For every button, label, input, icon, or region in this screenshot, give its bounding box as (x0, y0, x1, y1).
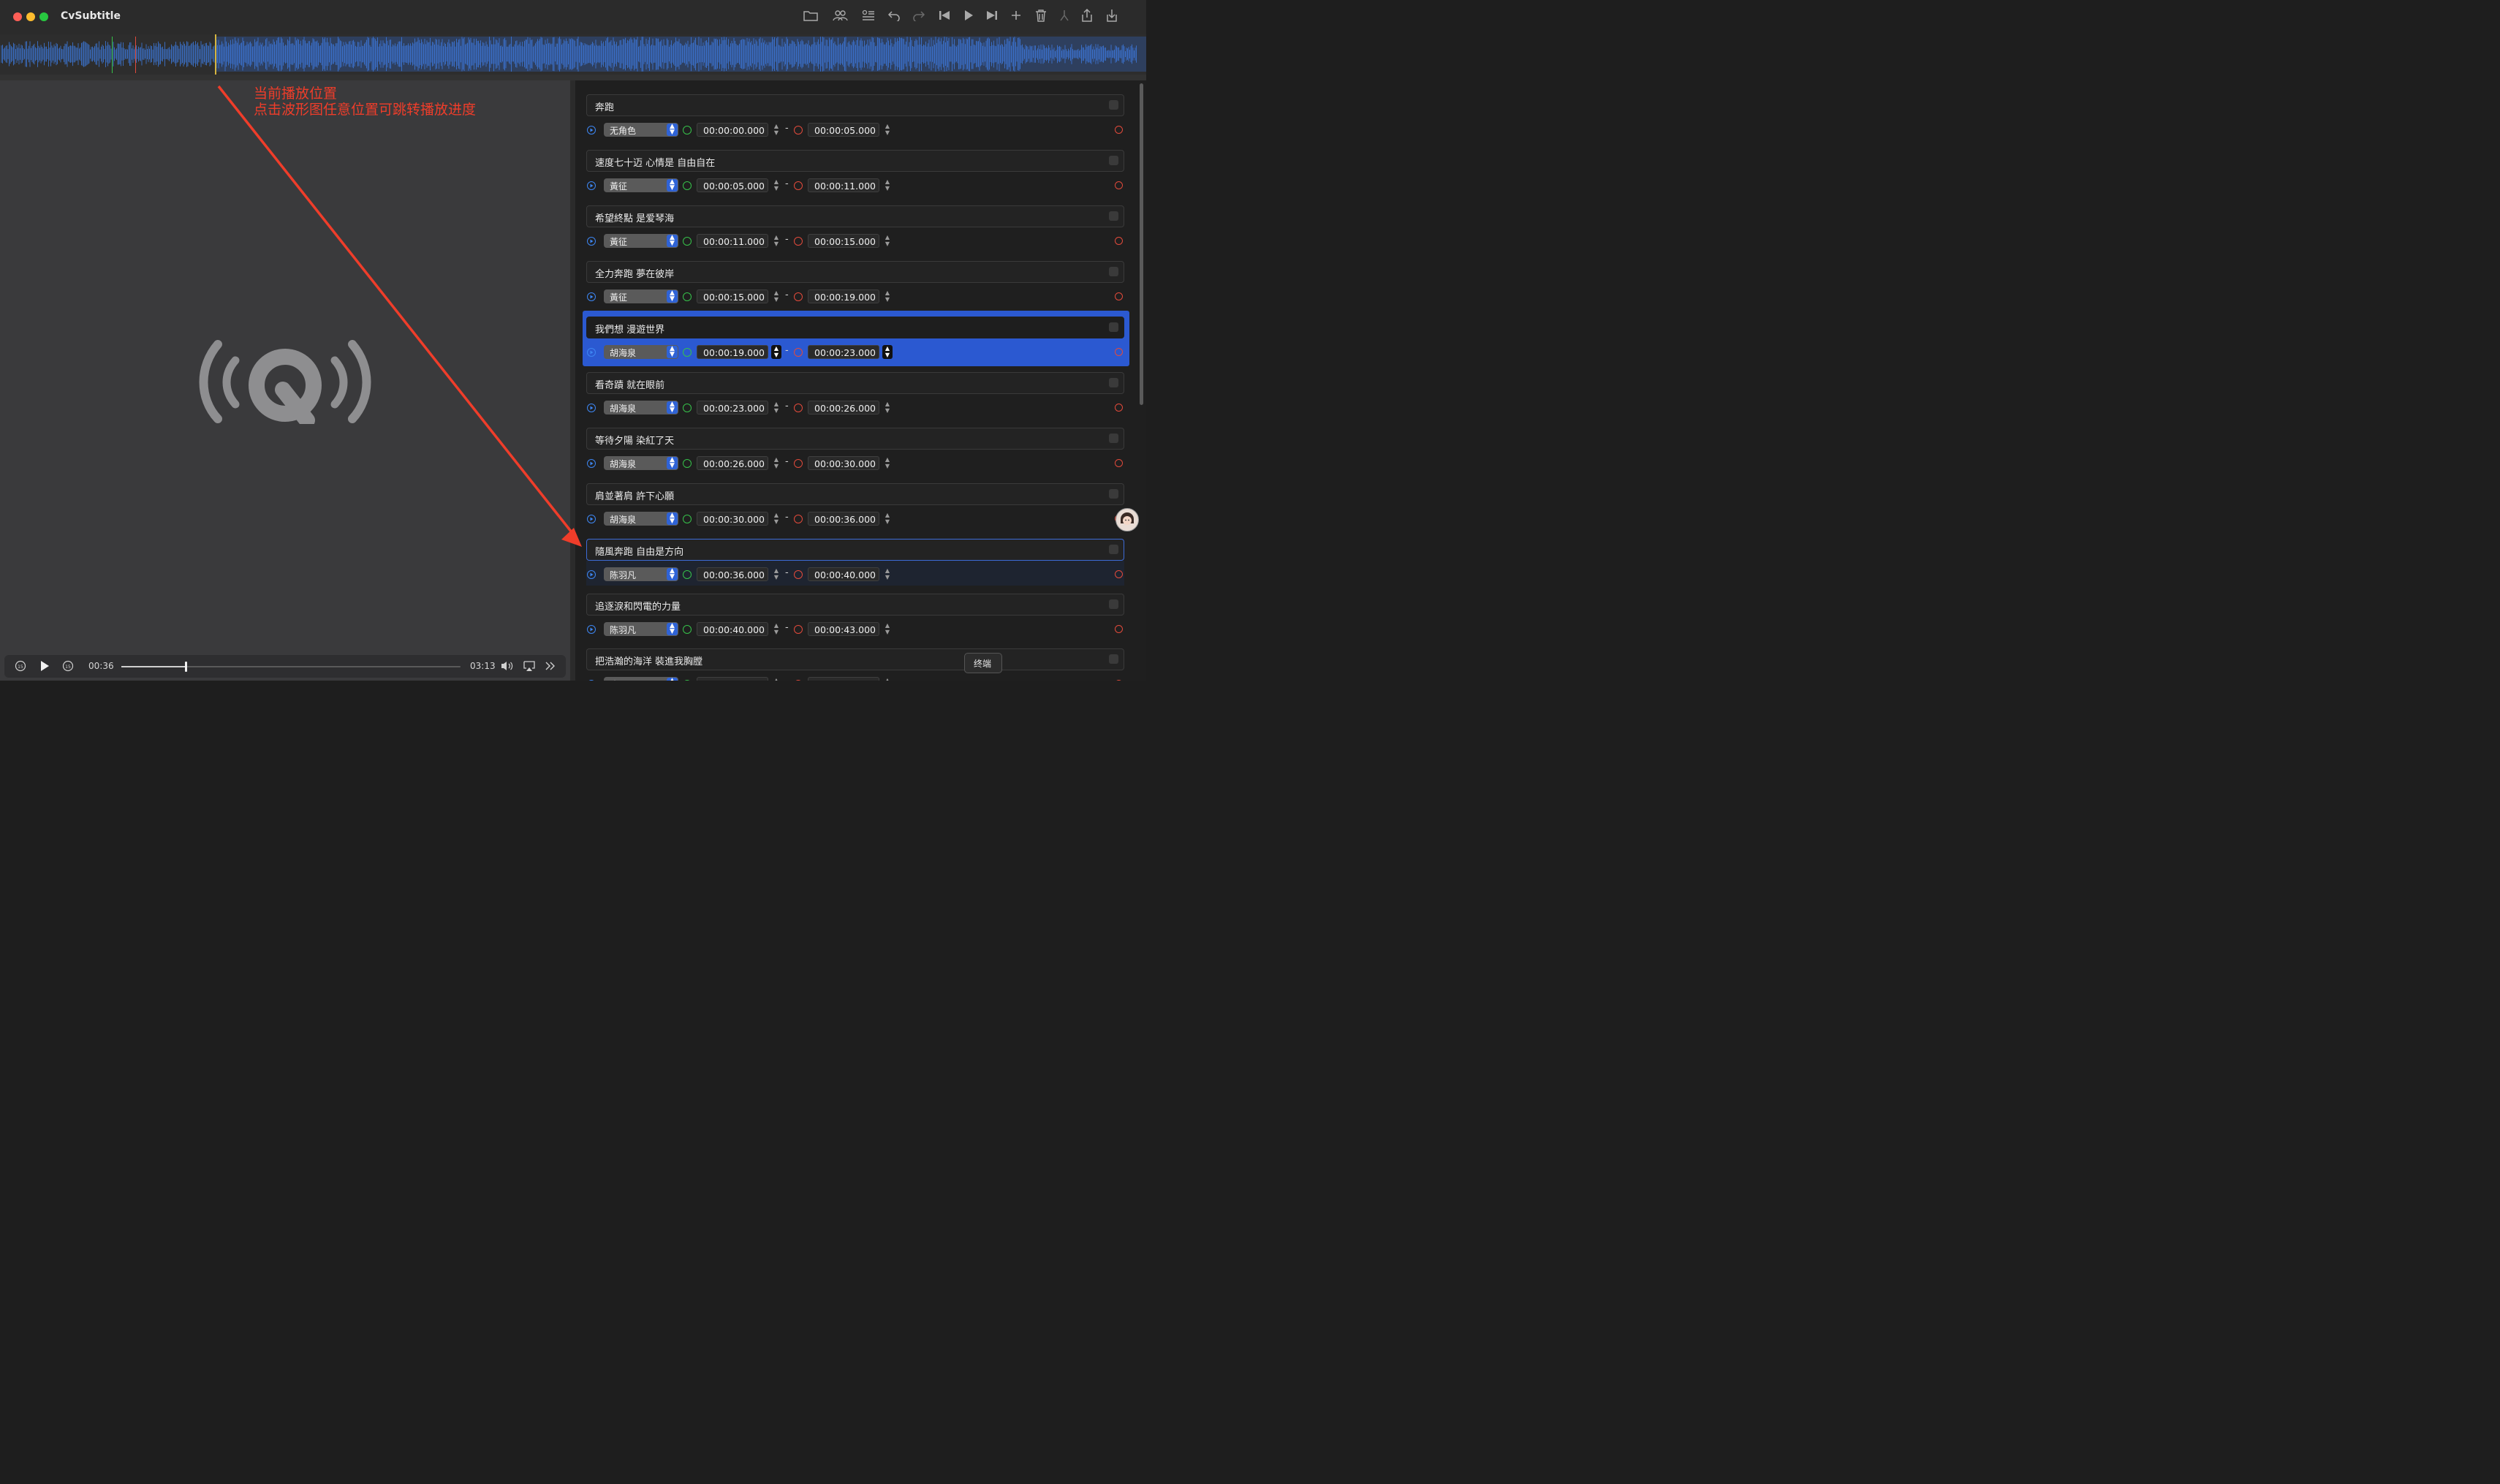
avatar[interactable] (1115, 508, 1139, 531)
tooltip-text: 终端 (974, 659, 992, 669)
annotation-arrow (217, 85, 582, 547)
tooltip: 终端 (964, 653, 1002, 673)
